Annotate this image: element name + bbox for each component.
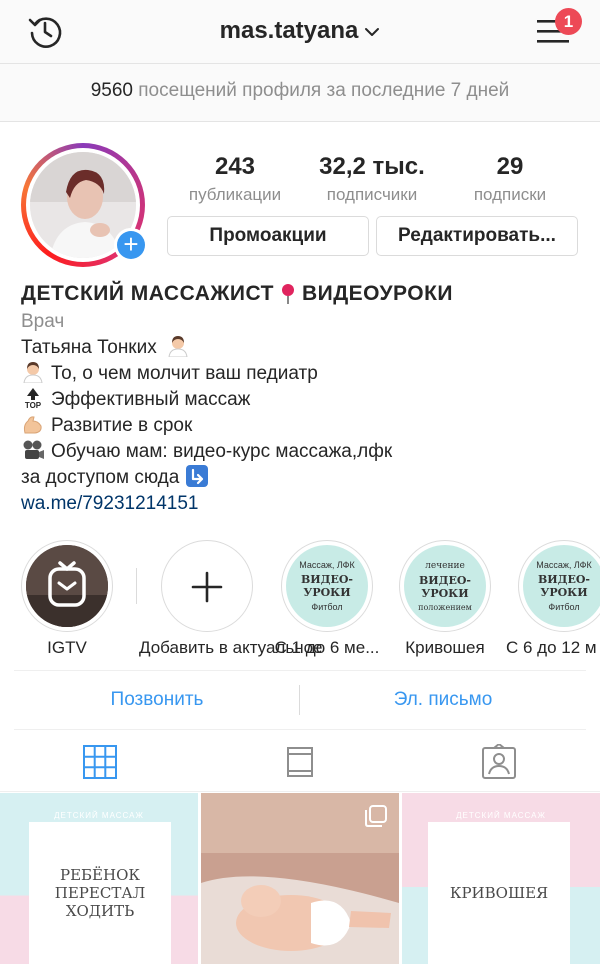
bio-line: TOP Эффективный массаж xyxy=(21,387,581,413)
highlight-divider xyxy=(136,568,137,604)
edit-profile-button[interactable]: Редактировать... xyxy=(376,216,578,256)
profile-category: Врач xyxy=(21,311,65,332)
igtv-icon xyxy=(26,545,108,627)
highlight-label: С 1 до 6 ме... xyxy=(274,638,380,657)
notification-badge: 1 xyxy=(555,8,582,35)
plus-icon: + xyxy=(117,231,145,259)
highlight-label: IGTV xyxy=(47,638,87,657)
doctor-emoji-icon xyxy=(168,336,188,357)
highlight-label: С 6 до 12 м xyxy=(506,638,597,657)
profile-tabs xyxy=(0,730,600,792)
bio-line: Развитие в срок xyxy=(21,413,581,439)
profile-visits-banner[interactable]: 9560 посещений профиля за последние 7 дн… xyxy=(0,64,600,122)
visits-text: посещений профиля за последние 7 дней xyxy=(138,80,510,101)
bio-link[interactable]: wa.me/79231214151 xyxy=(21,491,581,517)
post-thumbnail[interactable]: ДЕТСКИЙ МАССАЖ КРИВОШЕЯ xyxy=(402,793,600,964)
posts-count: 243 xyxy=(214,153,256,180)
followers-count: 32,2 тыс. xyxy=(319,153,425,180)
post-title: РЕБЁНОК ПЕРЕСТАЛ ХОДИТЬ xyxy=(29,822,171,964)
following-count: 29 xyxy=(496,153,524,180)
bio-line: Обучаю мам: видео-курс массажа,лфк xyxy=(21,439,581,465)
add-highlight-button[interactable]: Добавить в актуальное xyxy=(139,540,323,657)
grid-icon[interactable] xyxy=(82,744,118,780)
stat-posts[interactable]: 243 публикации xyxy=(165,153,305,205)
add-story-button[interactable]: + xyxy=(114,228,148,262)
highlight-cover: Массаж, ЛФК ВИДЕО-УРОКИ Фитбол xyxy=(281,540,373,632)
highlight-cover: лечение ВИДЕО-УРОКИ положением xyxy=(399,540,491,632)
promotions-button[interactable]: Промоакции xyxy=(167,216,369,256)
posts-grid: ДЕТСКИЙ МАССАЖ РЕБЁНОК ПЕРЕСТАЛ ХОДИТЬ Д… xyxy=(0,793,600,964)
highlight-torticollis[interactable]: лечение ВИДЕО-УРОКИ положением Кривошея xyxy=(397,540,493,657)
flexed-biceps-icon xyxy=(23,416,42,434)
carousel-icon xyxy=(365,805,387,827)
film-projector-icon xyxy=(23,440,44,459)
arrow-down-right-icon xyxy=(185,465,208,487)
call-button[interactable]: Позвонить xyxy=(14,671,300,729)
top-bar: mas.tatyana 1 xyxy=(0,0,600,64)
username: mas.tatyana xyxy=(219,17,359,44)
tagged-icon[interactable] xyxy=(481,744,517,780)
contact-bar: Позвонить Эл. письмо xyxy=(14,670,586,730)
post-title: КРИВОШЕЯ xyxy=(428,822,570,964)
stat-followers[interactable]: 32,2 тыс. подписчики xyxy=(302,153,442,205)
stat-following[interactable]: 29 подписки xyxy=(440,153,580,205)
highlight-1-6-months[interactable]: Массаж, ЛФК ВИДЕО-УРОКИ Фитбол С 1 до 6 … xyxy=(275,540,379,657)
plus-icon xyxy=(191,571,223,603)
pin-icon xyxy=(281,284,294,304)
highlight-6-12-months[interactable]: Массаж, ЛФК ВИДЕО-УРОКИ Фитбол С 6 до 12… xyxy=(506,540,600,657)
igtv-tab-icon[interactable] xyxy=(282,744,318,780)
followers-label: подписчики xyxy=(326,185,418,204)
bio-line: за доступом сюда xyxy=(21,465,581,491)
top-arrow-icon: TOP xyxy=(25,388,42,409)
post-thumbnail[interactable]: ДЕТСКИЙ МАССАЖ РЕБЁНОК ПЕРЕСТАЛ ХОДИТЬ xyxy=(0,793,198,964)
post-thumbnail[interactable] xyxy=(201,793,399,964)
highlight-label: Добавить в актуальное xyxy=(139,638,323,657)
chevron-down-icon xyxy=(365,27,380,36)
visits-count: 9560 xyxy=(90,80,133,101)
highlight-label: Кривошея xyxy=(405,638,485,657)
svg-text:TOP: TOP xyxy=(25,401,42,409)
email-button[interactable]: Эл. письмо xyxy=(300,671,586,729)
following-label: подписки xyxy=(473,185,547,204)
highlight-cover xyxy=(161,540,253,632)
posts-label: публикации xyxy=(188,185,282,204)
account-switcher[interactable]: mas.tatyana xyxy=(0,17,600,45)
highlight-cover xyxy=(21,540,113,632)
bio: ДЕТСКИЙ МАССАЖИСТ ВИДЕОУРОКИ Врач Татьяна… xyxy=(21,281,581,517)
bio-name-line: Татьяна Тонких xyxy=(21,335,581,361)
highlight-cover: Массаж, ЛФК ВИДЕО-УРОКИ Фитбол xyxy=(518,540,600,632)
doctor-emoji-icon xyxy=(23,362,43,383)
profile-name: ДЕТСКИЙ МАССАЖИСТ ВИДЕОУРОКИ xyxy=(21,282,454,305)
bio-line: То, о чем молчит ваш педиатр xyxy=(21,361,581,387)
highlight-igtv[interactable]: IGTV xyxy=(19,540,115,657)
